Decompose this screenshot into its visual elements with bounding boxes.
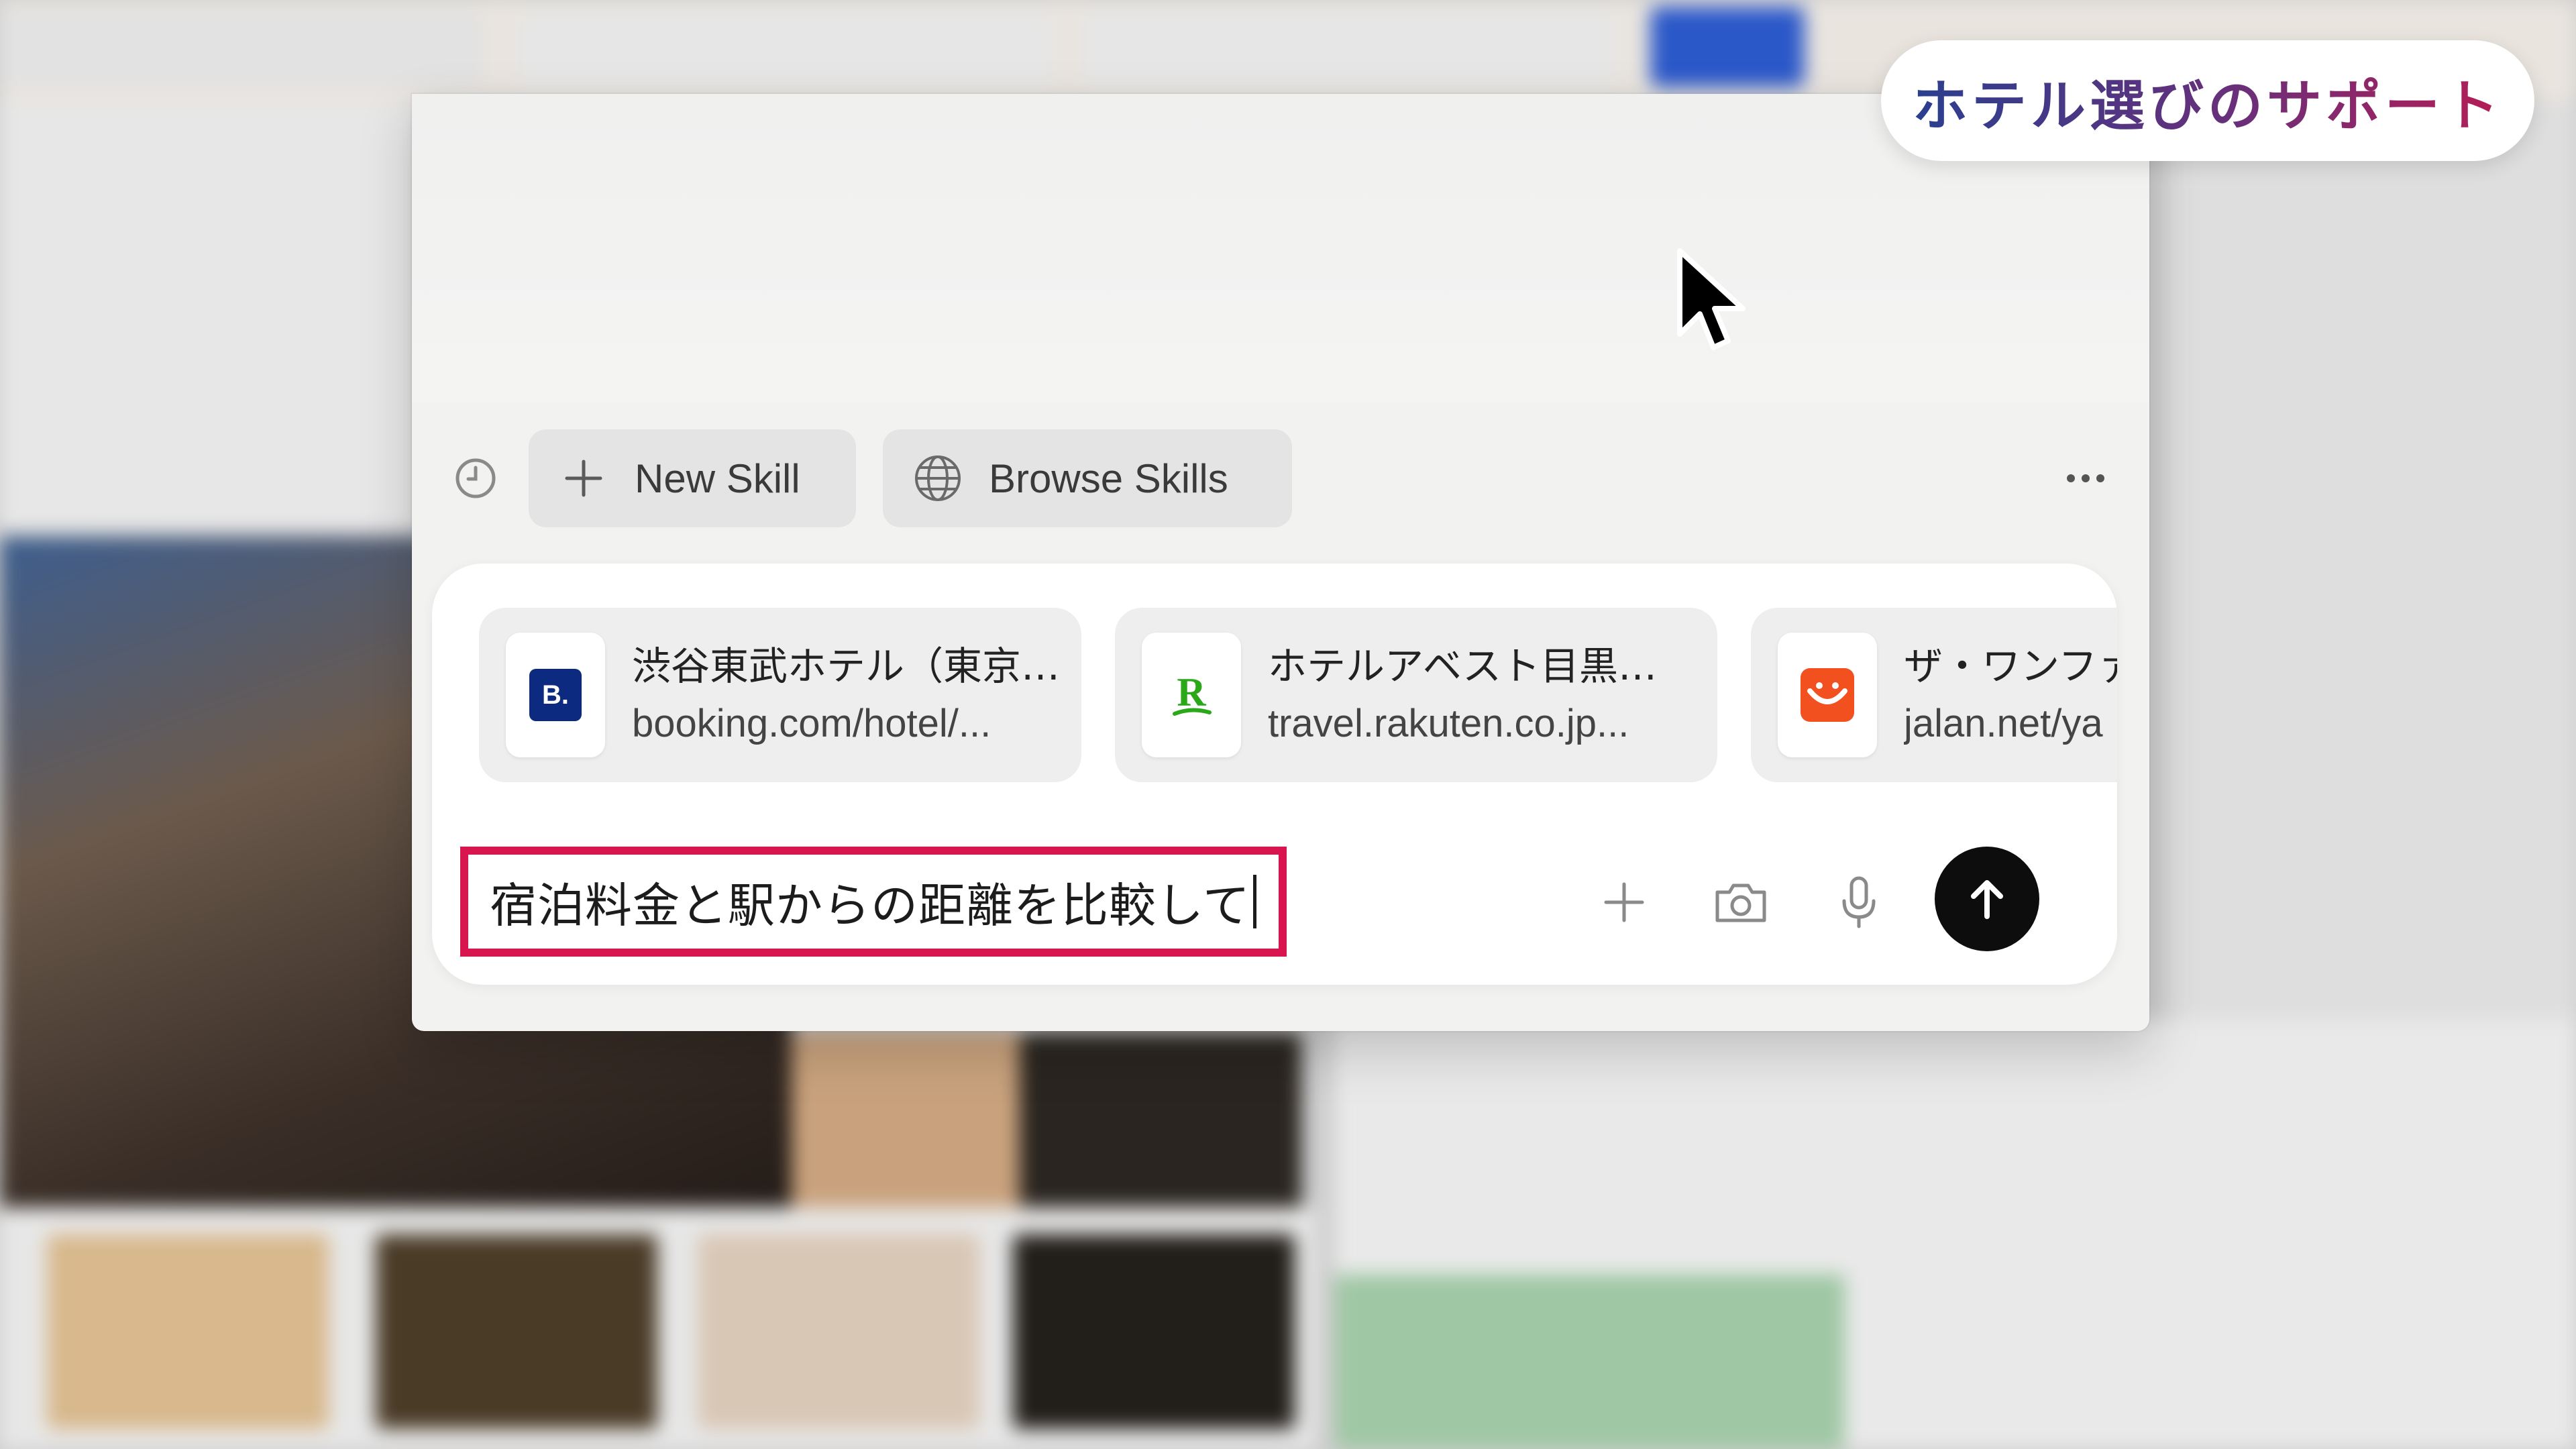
jalan-logo-icon [1778, 633, 1877, 757]
badge-title: ホテル選びのサポート [1913, 61, 2503, 141]
tab-card-rakuten[interactable]: R ホテルアベスト目黒… travel.rakuten.co.jp... [1115, 608, 1717, 782]
bg-field [0, 12, 483, 86]
globe-icon [911, 451, 965, 505]
bg-field [517, 12, 1053, 86]
tab-title: ザ・ワンファ [1904, 643, 2117, 689]
bg-thumbnail [376, 1234, 657, 1429]
plus-icon[interactable] [1587, 865, 1661, 939]
assistant-window: New Skill Browse Skills B. 渋谷東武ホテル（東京… b… [412, 94, 2149, 1031]
bg-thumbnail [47, 1234, 329, 1429]
tab-url: travel.rakuten.co.jp... [1268, 702, 1629, 745]
tab-context-list: B. 渋谷東武ホテル（東京… booking.com/hotel/... R ホ… [479, 608, 2117, 782]
clock-icon[interactable] [453, 456, 498, 500]
browse-skills-label: Browse Skills [989, 455, 1228, 501]
rakuten-logo-text: R [1177, 670, 1206, 714]
tab-title: ホテルアベスト目黒… [1268, 643, 1658, 689]
mouse-pointer-icon [1677, 248, 1746, 350]
bg-thumbnail [1013, 1234, 1295, 1429]
text-caret [1252, 875, 1256, 928]
tab-card-jalan[interactable]: ザ・ワンファ jalan.net/ya [1751, 608, 2117, 782]
prompt-input[interactable]: 宿泊料金と駅からの距離を比較して [460, 847, 1287, 957]
new-skill-label: New Skill [635, 455, 800, 501]
send-button[interactable] [1935, 847, 2039, 951]
prompt-text: 宿泊料金と駅からの距離を比較して [490, 877, 1250, 933]
tab-url: jalan.net/ya [1904, 702, 2103, 745]
plus-icon [557, 451, 610, 505]
rakuten-logo-icon: R [1142, 633, 1241, 757]
tab-url: booking.com/hotel/... [632, 702, 991, 745]
tab-card-booking[interactable]: B. 渋谷東武ホテル（東京… booking.com/hotel/... [479, 608, 1081, 782]
conversation-area [412, 94, 2149, 402]
microphone-icon[interactable] [1822, 865, 1896, 939]
skills-toolbar: New Skill Browse Skills [439, 429, 2129, 527]
bg-left-column [0, 101, 416, 530]
send-arrow-icon [1971, 880, 2003, 919]
input-row: 宿泊料金と駅からの距離を比較して [432, 792, 2117, 985]
bg-map [1335, 1275, 1845, 1449]
title-badge: ホテル選びのサポート [1881, 40, 2534, 161]
browse-skills-button[interactable]: Browse Skills [883, 429, 1292, 527]
tab-title: 渋谷東武ホテル（東京… [632, 643, 1061, 689]
new-skill-button[interactable]: New Skill [529, 429, 856, 527]
composer: B. 渋谷東武ホテル（東京… booking.com/hotel/... R ホ… [432, 564, 2117, 985]
ellipsis-icon[interactable] [2055, 453, 2116, 504]
bg-field [1080, 12, 1617, 86]
booking-logo-text: B. [542, 680, 569, 710]
booking-logo-icon: B. [506, 633, 605, 757]
bg-thumbnail [698, 1234, 979, 1429]
bg-search-button [1650, 7, 1805, 87]
camera-icon[interactable] [1704, 865, 1778, 939]
